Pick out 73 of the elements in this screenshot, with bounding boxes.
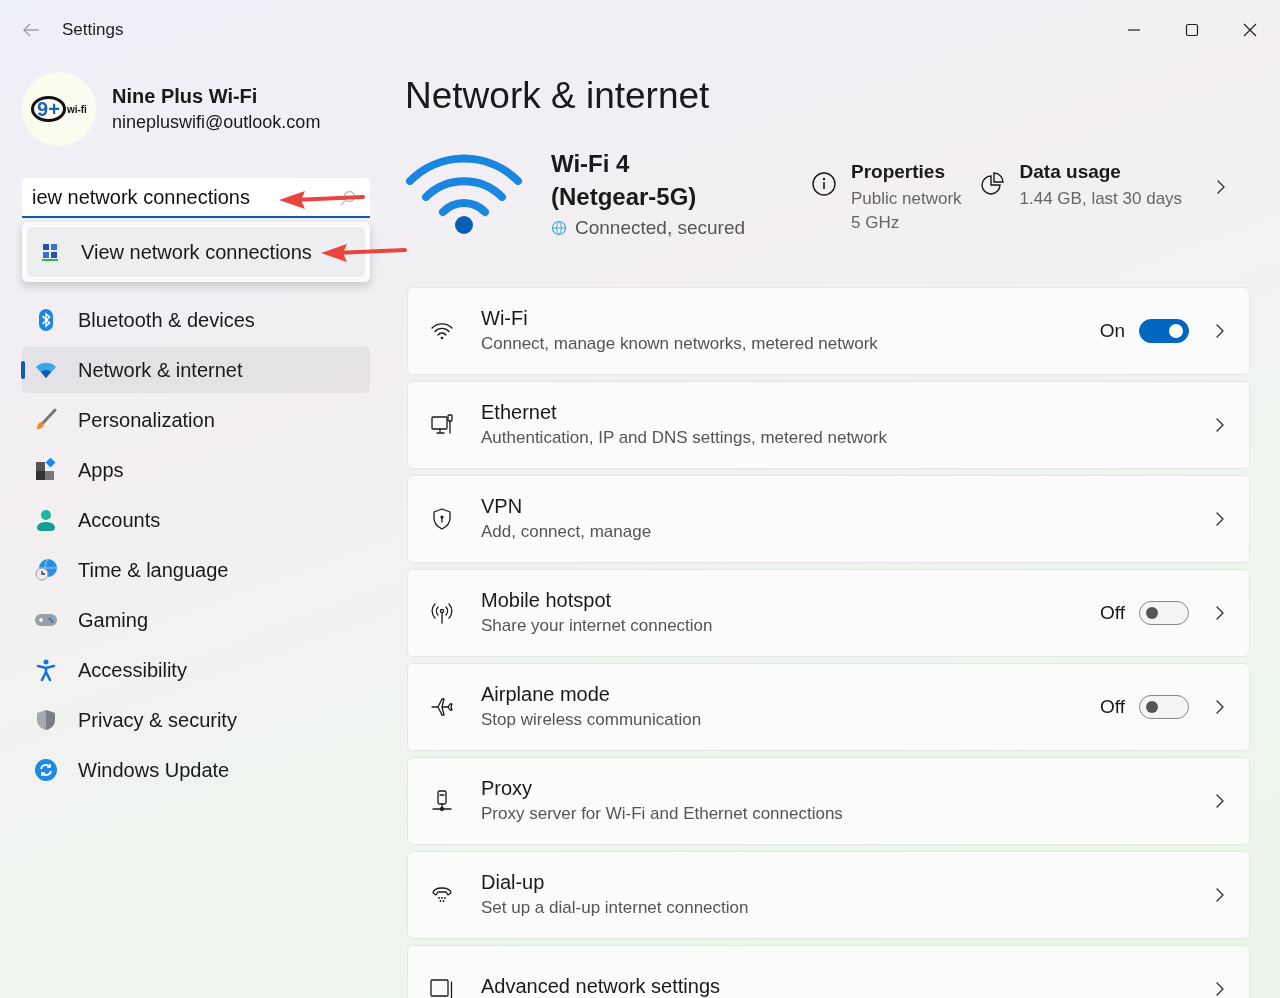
row-title: Airplane mode [481,683,611,707]
info-detail: 1.44 GB, last 30 days [1019,187,1183,210]
globe-clock-icon [34,558,58,582]
info-title[interactable]: Data usage [1019,160,1183,183]
person-icon [34,508,58,532]
row-title: Mobile hotspot [481,589,613,613]
row-description: Proxy server for Wi-Fi and Ethernet connections [481,804,844,825]
server-icon [430,788,454,813]
toggle-switch[interactable] [1139,600,1189,625]
profile-name: Nine Plus Wi-Fi [112,85,259,108]
accessibility-icon [34,658,58,682]
suggestion-item[interactable]: View network connections [27,227,365,277]
row-description: Share your internet connection [481,616,714,637]
row-title: Wi-Fi [481,307,529,331]
shield-icon [34,708,58,732]
sidebar-item[interactable]: Privacy & security [22,697,370,743]
row-description: Stop wireless communication [481,710,703,731]
row-description: Connect, manage known networks, metered network [481,334,879,355]
monitor-cable-icon [430,412,454,437]
row-title: Dial-up [481,871,546,895]
sidebar-item[interactable]: Gaming [22,597,370,643]
row-title: VPN [481,495,524,519]
setting-row[interactable]: Dial-up Set up a dial-up internet connection [407,850,1250,939]
info-detail: 5 GHz [851,211,901,234]
sidebar-item[interactable]: Bluetooth & devices [22,297,370,343]
row-description: Set up a dial-up internet connection [481,898,750,919]
row-title: Ethernet [481,401,558,425]
sidebar-item[interactable]: Accounts [22,497,370,543]
sidebar-item[interactable]: Windows Update [22,747,370,793]
toggle-state-label: On [1099,319,1125,342]
sidebar-item[interactable]: Network & internet [22,347,370,393]
window-title: Settings [62,20,124,40]
apps-icon [34,458,58,482]
toggle-state-label: Off [1100,601,1125,624]
search-icon[interactable] [340,190,356,206]
setting-row[interactable]: Advanced network settings [407,944,1250,998]
row-title: Proxy [481,777,534,801]
selection-indicator [21,361,25,379]
sidebar-item[interactable]: Personalization [22,397,370,443]
info-title[interactable]: Properties [851,160,962,183]
logo-caption: wi-fi [66,103,87,115]
info-detail: Public network [851,187,962,210]
toggle-switch[interactable] [1139,694,1189,719]
shield-lock-icon [430,506,454,531]
monitor-icon [430,976,454,998]
connection-status: Connected, secured [575,216,746,239]
pie-chart-icon [979,170,1006,197]
setting-row[interactable]: Ethernet Authentication, IP and DNS settings, metered network [407,380,1250,469]
sidebar-item[interactable]: Time & language [22,547,370,593]
update-icon [34,758,58,782]
setting-row[interactable]: Mobile hotspot Share your internet connection Off [407,568,1250,657]
logo-mark: 9+ [31,96,66,122]
profile-email: ninepluswifi@outlook.com [112,112,321,133]
sidebar-item[interactable]: Accessibility [22,647,370,693]
info-icon [811,170,837,197]
search-field[interactable]: iew network connections [22,178,370,218]
close-icon[interactable] [1243,23,1257,37]
network-grid-icon [41,242,59,262]
row-description: Add, connect, manage [481,522,653,543]
globe-icon [551,219,567,236]
page-title: Network & internet [405,76,711,117]
network-name: Wi-Fi 4 (Netgear-5G) [551,148,698,212]
setting-row[interactable]: Airplane mode Stop wireless communication Off [407,662,1250,751]
row-description: Authentication, IP and DNS settings, metered network [481,428,889,449]
paintbrush-icon [34,408,58,432]
setting-row[interactable]: VPN Add, connect, manage [407,474,1250,563]
sidebar-item[interactable]: Apps [22,447,370,493]
row-title: Advanced network settings [481,975,722,998]
setting-row[interactable]: Proxy Proxy server for Wi-Fi and Ethernet connections [407,756,1250,845]
maximize-icon[interactable] [1185,23,1199,37]
toggle-state-label: Off [1100,695,1125,718]
toggle-switch[interactable] [1139,318,1189,343]
setting-row[interactable]: Wi-Fi Connect, manage known networks, metered network On [407,286,1250,375]
